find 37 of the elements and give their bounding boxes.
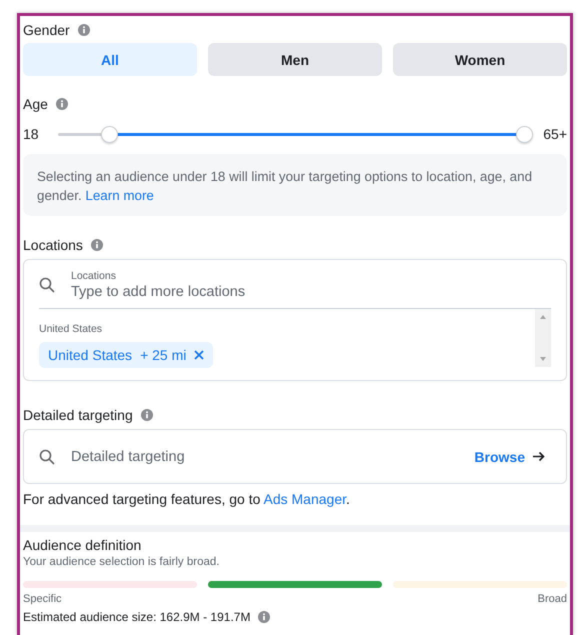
browse-button[interactable]: Browse xyxy=(474,448,551,464)
detailed-targeting-search[interactable]: Detailed targeting Browse xyxy=(23,429,567,484)
info-icon[interactable] xyxy=(258,611,270,623)
age-notice: Selecting an audience under 18 will limit your targeting options to location, age, and gender. Learn more xyxy=(23,154,567,216)
field-label: Locations xyxy=(71,270,117,282)
age-min-label: 18 xyxy=(23,126,39,142)
section-label: Locations xyxy=(23,237,83,253)
slider-thumb[interactable] xyxy=(516,126,534,142)
chip-location: United States xyxy=(48,347,132,363)
section-label: Gender xyxy=(23,22,70,38)
info-icon[interactable] xyxy=(78,24,90,36)
chip-radius: + 25 mi xyxy=(140,347,186,363)
slider-thumb[interactable] xyxy=(100,126,118,142)
specific-label: Specific xyxy=(23,593,62,605)
section-label: Age xyxy=(23,96,48,112)
location-chip[interactable]: United States + 25 mi xyxy=(39,342,214,368)
audience-subtitle: Your audience selection is fairly broad. xyxy=(23,556,220,568)
info-icon[interactable] xyxy=(56,98,68,110)
group-label: United States xyxy=(39,323,102,335)
info-icon[interactable] xyxy=(140,409,153,421)
gender-option[interactable]: All xyxy=(23,43,197,76)
ads-manager-link[interactable]: Ads Manager xyxy=(264,491,346,507)
advanced-targeting-note: For advanced targeting features, go to Ads Manager. xyxy=(23,491,351,507)
arrow-right-icon xyxy=(533,451,545,462)
search-icon xyxy=(39,277,55,293)
gender-option[interactable]: Men xyxy=(208,43,382,76)
section-label: Detailed targeting xyxy=(23,407,133,423)
age-max-label: 65+ xyxy=(543,126,567,142)
learn-more-link[interactable]: Learn more xyxy=(85,188,154,203)
audience-title: Audience definition xyxy=(23,537,142,553)
broad-label: Broad xyxy=(538,593,567,605)
close-icon[interactable] xyxy=(194,350,204,360)
audience-size: Estimated audience size: 162.9M - 191.7M xyxy=(23,610,250,624)
search-icon xyxy=(39,448,55,464)
gender-option[interactable]: Women xyxy=(393,43,567,76)
locations-input[interactable]: Type to add more locations xyxy=(71,284,491,300)
info-icon[interactable] xyxy=(90,239,103,251)
